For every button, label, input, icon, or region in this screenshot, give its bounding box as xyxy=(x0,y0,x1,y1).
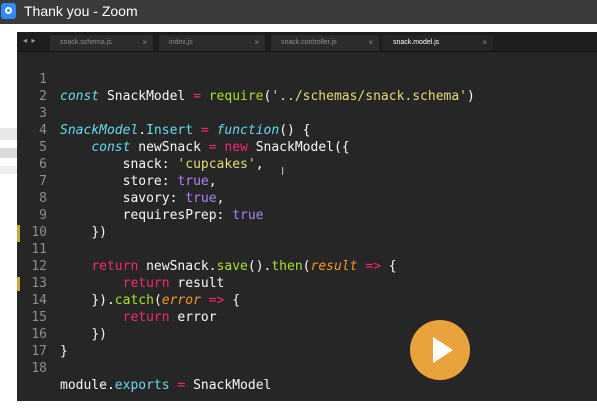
line-text: return error xyxy=(122,310,217,325)
window-titlebar: Thank you - Zoom xyxy=(0,0,597,24)
code-line: 3 SnackModel.Insert = function() { xyxy=(17,88,310,138)
close-icon[interactable]: × xyxy=(482,38,487,47)
tab-snack-model[interactable]: snack.model.js × xyxy=(383,35,493,51)
line-text: return result xyxy=(122,276,225,291)
close-icon[interactable]: × xyxy=(254,38,259,47)
code-line: 16 } xyxy=(17,309,67,359)
line-text: module.exports = SnackModel xyxy=(60,378,272,393)
close-icon[interactable]: × xyxy=(142,38,147,47)
line-text: const newSnack = new SnackModel({ xyxy=(91,140,350,155)
code-line: 10 xyxy=(17,207,48,240)
strip-highlight xyxy=(0,128,17,140)
code-line: 5 snack: 'cupcakes', xyxy=(17,122,263,172)
code-line: 9 }) xyxy=(17,190,107,240)
code-line: 13 }).catch(error => { xyxy=(17,258,240,308)
line-text: return newSnack.save().then(result => { xyxy=(91,259,397,274)
line-text: store: true, xyxy=(122,174,217,189)
code-line: 12 return result xyxy=(17,241,224,291)
play-icon xyxy=(433,337,453,363)
tab-nav-arrows[interactable]: ◂ ▸ xyxy=(23,36,37,45)
code-line: 18 module.exports = SnackModel xyxy=(17,343,271,393)
code-line: 15 }) xyxy=(17,292,107,342)
code-line: 4 const newSnack = new SnackModel({ xyxy=(17,105,349,155)
line-number: 18 xyxy=(31,361,47,376)
code-line: 17 xyxy=(17,326,48,359)
text-cursor-icon: I xyxy=(281,165,285,178)
close-icon[interactable]: × xyxy=(368,38,373,47)
line-text: requiresPrep: true xyxy=(122,208,264,223)
window-title: Thank you - Zoom xyxy=(24,3,138,19)
code-line: 11 return newSnack.save().then(result =>… xyxy=(17,224,396,274)
code-line: 8 requiresPrep: true xyxy=(17,173,263,223)
line-text: savory: true, xyxy=(122,191,225,206)
strip-highlight xyxy=(0,166,17,174)
strip-highlight xyxy=(0,148,17,158)
tab-label: snack.schema.js xyxy=(60,39,112,46)
line-text: const SnackModel = require('../schemas/s… xyxy=(60,89,475,104)
left-edge-strip xyxy=(0,24,17,401)
play-button[interactable] xyxy=(410,320,470,380)
code-line: 1 const SnackModel = require('../schemas… xyxy=(17,54,475,104)
zoom-icon xyxy=(1,3,16,19)
tab-label: snack.model.js xyxy=(393,39,440,46)
line-text: }).catch(error => { xyxy=(91,293,241,308)
editor-tab-bar: ◂ ▸ snack.schema.js × index.js × snack.c… xyxy=(17,32,597,52)
code-line: 6 store: true, xyxy=(17,139,216,189)
line-text: } xyxy=(60,344,68,359)
tab-label: snack.controller.js xyxy=(281,39,337,46)
tab-label: index.js xyxy=(169,39,193,46)
tab-snack-controller[interactable]: snack.controller.js × xyxy=(271,35,379,51)
line-text: }) xyxy=(91,225,107,240)
code-line: 14 return error xyxy=(17,275,216,325)
line-text: }) xyxy=(91,327,107,342)
tab-snack-schema[interactable]: snack.schema.js × xyxy=(50,35,153,51)
code-line: 7 savory: true, xyxy=(17,156,224,206)
tab-index[interactable]: index.js × xyxy=(159,35,265,51)
code-line: 2 xyxy=(17,71,48,104)
line-text: snack: 'cupcakes', xyxy=(122,157,264,172)
line-text: SnackModel.Insert = function() { xyxy=(60,123,311,138)
